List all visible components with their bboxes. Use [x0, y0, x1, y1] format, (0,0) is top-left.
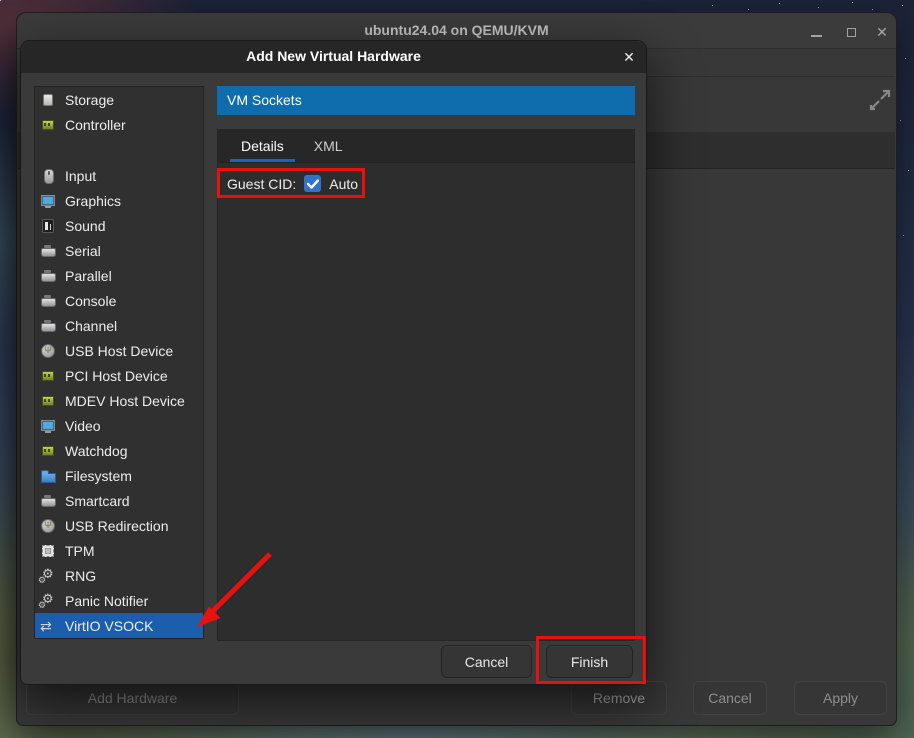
sidebar-item-label: Controller	[65, 117, 126, 133]
disk-icon	[40, 92, 56, 108]
sidebar-item-label: Sound	[65, 218, 105, 234]
parallel-port-icon	[40, 268, 56, 284]
auto-checkbox[interactable]	[304, 175, 321, 192]
dialog-title: Add New Virtual Hardware	[21, 48, 646, 64]
minimize-icon	[811, 35, 822, 37]
sidebar-item-label: Storage	[65, 92, 114, 108]
sidebar-item-label: USB Host Device	[65, 343, 173, 359]
sidebar-item-label: Video	[65, 418, 101, 434]
fullscreen-icon[interactable]	[867, 87, 893, 113]
sidebar-item-label: Console	[65, 293, 116, 309]
sidebar-item-label: Channel	[65, 318, 117, 334]
circuit-board-icon	[40, 368, 56, 384]
apply-button[interactable]: Apply	[794, 681, 887, 715]
circuit-board-icon	[40, 393, 56, 409]
finish-button[interactable]: Finish	[546, 645, 633, 678]
usb-icon	[40, 343, 56, 359]
sidebar-item-serial[interactable]: Serial	[35, 238, 203, 263]
hardware-type-list: Storage Controller Input Graphics Sound …	[34, 86, 204, 639]
swap-arrows-icon	[40, 618, 56, 634]
tab-strip: Details XML	[218, 130, 634, 163]
sidebar-item-watchdog[interactable]: Watchdog	[35, 438, 203, 463]
monitor-icon	[40, 418, 56, 434]
add-hardware-dialog: Add New Virtual Hardware ✕ Storage Contr…	[20, 40, 647, 685]
sidebar-item-virtio-vsock[interactable]: VirtIO VSOCK	[35, 613, 203, 638]
sidebar-item-tpm[interactable]: TPM	[35, 538, 203, 563]
sidebar-item-label: USB Redirection	[65, 518, 169, 534]
sidebar-item-mdev-host-device[interactable]: MDEV Host Device	[35, 388, 203, 413]
sidebar-item-graphics[interactable]: Graphics	[35, 188, 203, 213]
guest-cid-label: Guest CID:	[227, 176, 296, 192]
chip-icon	[40, 543, 56, 559]
sidebar-item-label: MDEV Host Device	[65, 393, 185, 409]
minimize-button[interactable]	[806, 22, 826, 42]
sidebar-item-label: RNG	[65, 568, 96, 584]
sidebar-item-sound[interactable]: Sound	[35, 213, 203, 238]
sidebar-item-label: TPM	[65, 543, 95, 559]
sidebar-item-channel[interactable]: Channel	[35, 313, 203, 338]
remove-button[interactable]: Remove	[571, 681, 667, 715]
folder-icon	[40, 468, 56, 484]
mouse-icon	[40, 168, 56, 184]
guest-cid-row: Guest CID: Auto	[218, 163, 634, 192]
sidebar-item-parallel[interactable]: Parallel	[35, 263, 203, 288]
panel-header: VM Sockets	[217, 86, 635, 115]
sidebar-item-console[interactable]: Console	[35, 288, 203, 313]
gears-icon	[40, 593, 56, 609]
dialog-cancel-button[interactable]: Cancel	[441, 645, 532, 678]
monitor-icon	[40, 193, 56, 209]
sidebar-item-label: Serial	[65, 243, 101, 259]
sidebar-item-usb-redirection[interactable]: USB Redirection	[35, 513, 203, 538]
sidebar-item-controller[interactable]: Controller	[35, 112, 203, 137]
channel-port-icon	[40, 318, 56, 334]
auto-label: Auto	[329, 176, 358, 192]
usb-icon	[40, 518, 56, 534]
sidebar-item-label: Panic Notifier	[65, 593, 148, 609]
sidebar-item-smartcard[interactable]: Smartcard	[35, 488, 203, 513]
sidebar-item-panic-notifier[interactable]: Panic Notifier	[35, 588, 203, 613]
sidebar-item-storage[interactable]: Storage	[35, 87, 203, 112]
console-port-icon	[40, 293, 56, 309]
add-hardware-button[interactable]: Add Hardware	[26, 681, 239, 715]
smartcard-icon	[40, 493, 56, 509]
speaker-icon	[40, 218, 56, 234]
sidebar-item-label: PCI Host Device	[65, 368, 168, 384]
window-cancel-button[interactable]: Cancel	[693, 681, 767, 715]
sidebar-item-label: VirtIO VSOCK	[65, 618, 153, 634]
circuit-board-icon	[40, 117, 56, 133]
tab-xml[interactable]: XML	[299, 130, 358, 162]
close-button[interactable]: ✕	[872, 22, 892, 42]
gears-icon	[40, 568, 56, 584]
maximize-icon	[847, 28, 856, 37]
checkmark-icon	[307, 179, 319, 189]
sidebar-item-video[interactable]: Video	[35, 413, 203, 438]
serial-port-icon	[40, 243, 56, 259]
sidebar-item-label: Parallel	[65, 268, 112, 284]
sidebar-item-usb-host-device[interactable]: USB Host Device	[35, 338, 203, 363]
sidebar-item-label: Smartcard	[65, 493, 130, 509]
window-title: ubuntu24.04 on QEMU/KVM	[17, 22, 896, 38]
sidebar-spacer	[35, 137, 203, 163]
sidebar-item-rng[interactable]: RNG	[35, 563, 203, 588]
dialog-titlebar[interactable]: Add New Virtual Hardware ✕	[21, 41, 646, 73]
sidebar-item-label: Input	[65, 168, 96, 184]
wallpaper-stars	[0, 0, 1, 1]
circuit-board-icon	[40, 443, 56, 459]
sidebar-item-label: Graphics	[65, 193, 121, 209]
maximize-button[interactable]	[841, 22, 861, 42]
sidebar-item-input[interactable]: Input	[35, 163, 203, 188]
details-notebook: Details XML Guest CID: Auto	[217, 129, 635, 641]
sidebar-item-label: Filesystem	[65, 468, 132, 484]
tab-details[interactable]: Details	[226, 130, 299, 162]
sidebar-item-filesystem[interactable]: Filesystem	[35, 463, 203, 488]
sidebar-item-label: Watchdog	[65, 443, 128, 459]
sidebar-item-pci-host-device[interactable]: PCI Host Device	[35, 363, 203, 388]
dialog-close-button[interactable]: ✕	[618, 46, 640, 68]
